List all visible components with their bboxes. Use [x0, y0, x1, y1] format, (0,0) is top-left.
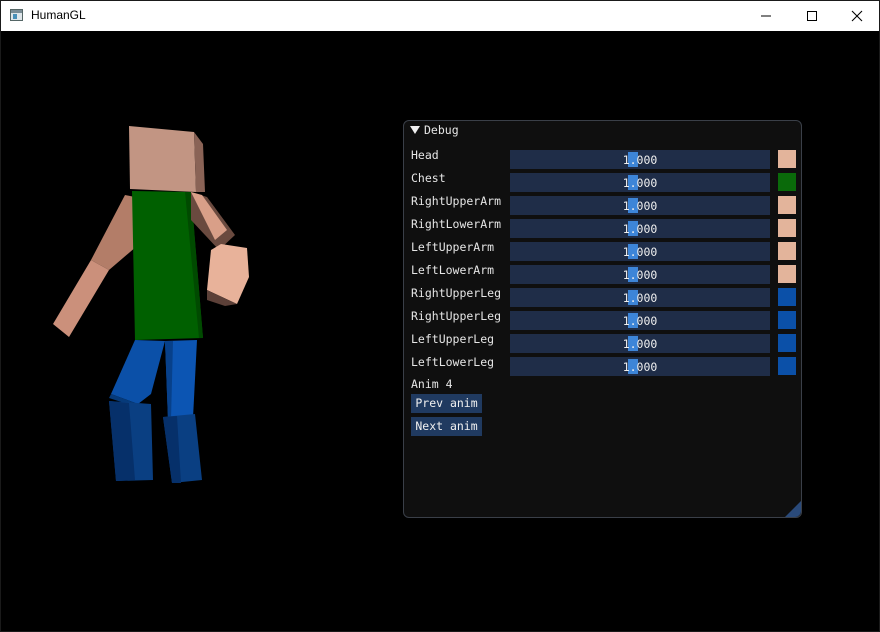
- slider-value: 1.000: [622, 360, 658, 374]
- row-head: Head 1.000: [404, 148, 801, 169]
- panel-title: Debug: [424, 123, 459, 137]
- row-label: Head: [411, 148, 439, 162]
- color-swatch[interactable]: [778, 265, 796, 283]
- slider-value: 1.000: [622, 268, 658, 282]
- color-swatch[interactable]: [778, 334, 796, 352]
- anim-label: Anim 4: [411, 377, 453, 391]
- resize-grip[interactable]: [785, 501, 801, 517]
- color-swatch[interactable]: [778, 219, 796, 237]
- triangle-down-icon[interactable]: [410, 126, 420, 135]
- slider-value: 1.000: [622, 291, 658, 305]
- scale-slider[interactable]: 1.000: [510, 265, 770, 284]
- color-swatch[interactable]: [778, 173, 796, 191]
- color-swatch[interactable]: [778, 242, 796, 260]
- color-swatch[interactable]: [778, 196, 796, 214]
- slider-value: 1.000: [622, 199, 658, 213]
- left-lower-arm: [53, 260, 109, 337]
- scale-slider[interactable]: 1.000: [510, 288, 770, 307]
- row-label: LeftLowerArm: [411, 263, 495, 277]
- scale-slider[interactable]: 1.000: [510, 334, 770, 353]
- scale-slider[interactable]: 1.000: [510, 311, 770, 330]
- render-viewport[interactable]: Debug Head 1.000 Chest 1.000 RightUpperA…: [1, 32, 879, 631]
- row-right-lower-arm: RightLowerArm 1.000: [404, 217, 801, 238]
- row-left-lower-leg: LeftLowerLeg 1.000: [404, 355, 801, 376]
- prev-anim-button[interactable]: Prev anim: [411, 394, 482, 413]
- color-swatch[interactable]: [778, 357, 796, 375]
- row-right-upper-leg: RightUpperLeg 1.000: [404, 286, 801, 307]
- minimize-button[interactable]: [743, 1, 789, 31]
- row-label: LeftUpperArm: [411, 240, 495, 254]
- row-label: LeftUpperLeg: [411, 332, 495, 346]
- row-left-upper-leg: LeftUpperLeg 1.000: [404, 332, 801, 353]
- debug-panel-header[interactable]: Debug: [404, 121, 801, 141]
- maximize-button[interactable]: [789, 1, 835, 31]
- minimize-icon: [761, 15, 771, 17]
- row-right-upper-arm: RightUpperArm 1.000: [404, 194, 801, 215]
- slider-value: 1.000: [622, 314, 658, 328]
- scale-slider[interactable]: 1.000: [510, 150, 770, 169]
- scale-slider[interactable]: 1.000: [510, 242, 770, 261]
- scale-slider[interactable]: 1.000: [510, 196, 770, 215]
- row-label: RightUpperArm: [411, 194, 502, 208]
- window-title: HumanGL: [31, 8, 86, 22]
- human-model: [53, 126, 249, 483]
- close-icon: [851, 10, 863, 22]
- left-upper-arm: [91, 195, 137, 270]
- row-label: LeftLowerLeg: [411, 355, 495, 369]
- slider-value: 1.000: [622, 176, 658, 190]
- scale-slider[interactable]: 1.000: [510, 173, 770, 192]
- row-left-upper-arm: LeftUpperArm 1.000: [404, 240, 801, 261]
- slider-value: 1.000: [622, 153, 658, 167]
- head: [129, 126, 196, 192]
- slider-value: 1.000: [622, 245, 658, 259]
- slider-value: 1.000: [622, 222, 658, 236]
- color-swatch[interactable]: [778, 311, 796, 329]
- row-chest: Chest 1.000: [404, 171, 801, 192]
- next-anim-button[interactable]: Next anim: [411, 417, 482, 436]
- close-button[interactable]: [834, 1, 879, 31]
- row-left-lower-arm: LeftLowerArm 1.000: [404, 263, 801, 284]
- row-label: RightUpperLeg: [411, 286, 502, 300]
- color-swatch[interactable]: [778, 288, 796, 306]
- app-window-icon: [10, 9, 23, 21]
- color-swatch[interactable]: [778, 150, 796, 168]
- title-bar[interactable]: HumanGL: [1, 1, 879, 31]
- row-label: Chest: [411, 171, 446, 185]
- debug-panel: Debug Head 1.000 Chest 1.000 RightUpperA…: [403, 120, 802, 518]
- row-label: RightLowerArm: [411, 217, 502, 231]
- maximize-icon: [807, 11, 817, 21]
- row-label: RightUpperLeg: [411, 309, 502, 323]
- row-right-upper-leg-2: RightUpperLeg 1.000: [404, 309, 801, 330]
- scale-slider[interactable]: 1.000: [510, 219, 770, 238]
- left-upper-leg: [111, 340, 165, 404]
- scale-slider[interactable]: 1.000: [510, 357, 770, 376]
- slider-value: 1.000: [622, 337, 658, 351]
- app-window: HumanGL Debug Head 1.000 Chest 1.000 Rig…: [0, 0, 880, 632]
